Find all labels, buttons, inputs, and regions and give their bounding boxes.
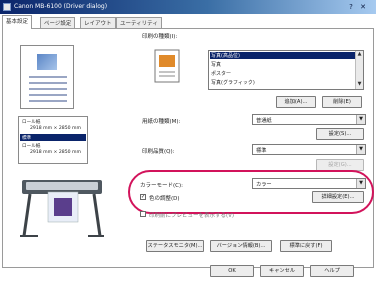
help-button[interactable]: ヘルプ [310, 265, 354, 277]
media-type-value: 普通紙 [256, 118, 272, 124]
title-bar: Canon MB-6100 (Driver dialog) ? ✕ [0, 0, 376, 14]
tab-strip: 基本設定 ページ設定 レイアウト ユーティリティ [2, 15, 374, 29]
printer-illustration [20, 180, 104, 237]
chevron-down-icon[interactable]: ▼ [356, 145, 365, 154]
scroll-down-icon[interactable]: ▼ [357, 82, 362, 87]
highlight-outline [128, 170, 374, 214]
media-item-size: 2918 mm × 2850 mm [30, 126, 81, 131]
print-quality-select[interactable]: 標準 ▼ [252, 144, 366, 155]
media-item-name: 標準 [22, 136, 32, 141]
list-item[interactable]: ポスター [211, 70, 231, 77]
media-item-selected[interactable]: 標準 [20, 134, 86, 141]
layout-preview [20, 45, 74, 109]
list-item[interactable]: 写真 [211, 61, 221, 68]
print-type-list[interactable]: 写真(高品位) 写真 ポスター 写真(グラフィック) ▲ ▼ [208, 50, 364, 90]
media-list[interactable]: ロール紙 2918 mm × 2850 mm 標準 ロール紙 2918 mm ×… [18, 116, 88, 164]
preview-line [29, 76, 67, 78]
print-quality-label: 印刷品質(Q): [142, 149, 175, 155]
scroll-up-icon[interactable]: ▲ [357, 52, 362, 57]
restore-defaults-button[interactable]: 標準に戻す(F) [280, 240, 332, 252]
preview-checkbox[interactable] [140, 211, 146, 217]
print-type-label: 印刷の種類(I): [142, 34, 178, 40]
preview-image [37, 54, 57, 70]
list-scrollbar[interactable]: ▲ ▼ [355, 51, 363, 89]
close-icon[interactable]: ✕ [358, 2, 368, 12]
media-type-label: 用紙の種類(M): [142, 119, 181, 125]
help-icon[interactable]: ? [346, 2, 356, 12]
preview-checkbox-label: 印刷前にプレビューを表示する(V) [149, 213, 235, 219]
version-info-button[interactable]: バージョン情報(B)... [210, 240, 272, 252]
media-item-name: ロール紙 [22, 120, 41, 125]
list-item[interactable]: 写真(高品位) [210, 52, 356, 59]
media-type-select[interactable]: 普通紙 ▼ [252, 114, 366, 125]
window-title: Canon MB-6100 (Driver dialog) [14, 3, 108, 10]
print-type-icon [154, 49, 180, 83]
preview-line [29, 94, 67, 96]
status-monitor-button[interactable]: ステータスモニタ(M)... [146, 240, 204, 252]
tab-layout[interactable]: レイアウト [80, 17, 116, 28]
print-quality-value: 標準 [256, 148, 267, 154]
app-icon [3, 3, 11, 11]
tab-page-setup[interactable]: ページ設定 [40, 17, 76, 28]
media-item[interactable]: ロール紙 2918 mm × 2850 mm [20, 118, 86, 134]
preview-line [29, 88, 67, 90]
chevron-down-icon[interactable]: ▼ [356, 115, 365, 124]
delete-button[interactable]: 削除(E) [322, 96, 362, 108]
ok-button[interactable]: OK [210, 265, 254, 277]
list-item[interactable]: 写真(グラフィック) [211, 79, 255, 86]
add-button[interactable]: 追加(A)... [276, 96, 316, 108]
media-item[interactable]: ロール紙 2918 mm × 2850 mm [20, 142, 86, 158]
tab-basic[interactable]: 基本設定 [2, 15, 33, 29]
preview-line [29, 82, 67, 84]
cancel-button[interactable]: キャンセル [260, 265, 304, 277]
media-settings-button[interactable]: 設定(S)... [316, 128, 364, 140]
media-item-size: 2918 mm × 2850 mm [30, 150, 81, 155]
media-item-name: ロール紙 [22, 144, 41, 149]
tab-utility[interactable]: ユーティリティ [116, 17, 162, 28]
preview-line [29, 100, 67, 102]
